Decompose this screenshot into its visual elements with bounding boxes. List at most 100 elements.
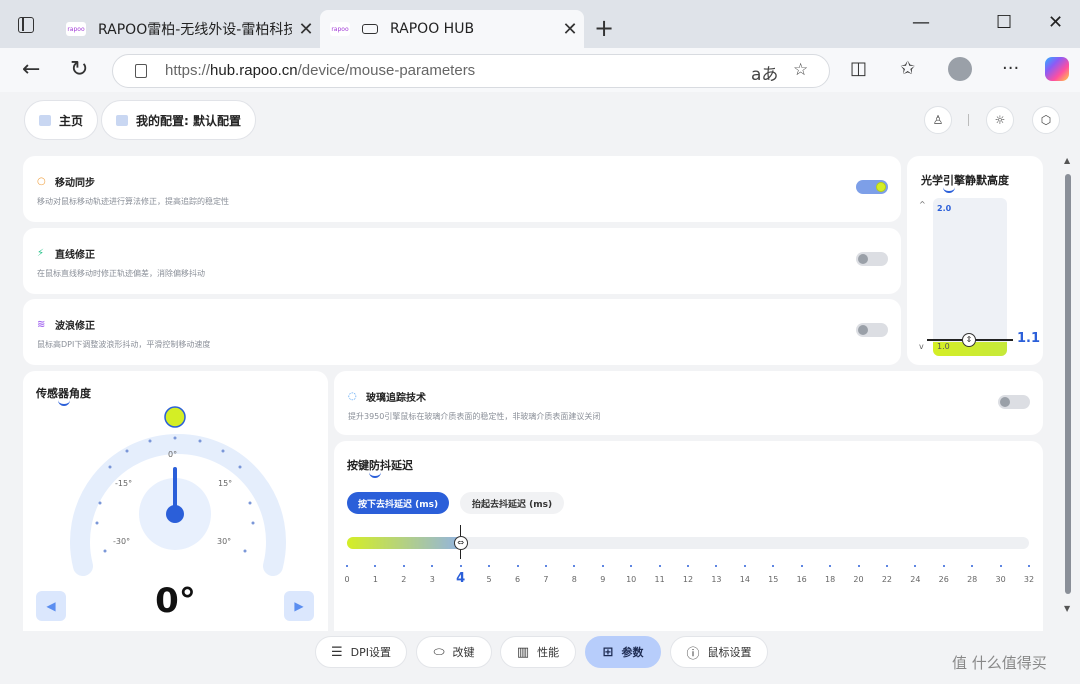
debounce-tick-label: 20 xyxy=(853,575,864,584)
lock-icon[interactable] xyxy=(135,64,147,78)
scroll-down-icon[interactable]: ▼ xyxy=(1064,604,1070,613)
glass-tracking-icon: ◌ xyxy=(348,390,357,402)
new-tab-button[interactable]: + xyxy=(594,14,614,42)
motion-sync-toggle[interactable] xyxy=(856,180,888,194)
tab-close-icon[interactable]: ✕ xyxy=(292,19,320,40)
max-label: 2.0 xyxy=(937,204,952,213)
brightness-icon[interactable]: ☼ xyxy=(986,106,1014,134)
rapoo-favicon-icon: rapoo xyxy=(66,22,86,36)
more-menu-icon[interactable]: ··· xyxy=(1002,58,1019,79)
nav-label: DPI设置 xyxy=(350,646,391,659)
sensor-angle-card: 传感器角度 0° -15° 15° -30° 30° ◀ ▶ 0° xyxy=(23,371,328,631)
nav-dpi[interactable]: ☰ DPI设置 xyxy=(315,636,407,668)
home-label: 主页 xyxy=(59,113,84,128)
tab-release-debounce[interactable]: 抬起去抖延迟 (ms) xyxy=(460,492,565,514)
tab-close-icon[interactable]: ✕ xyxy=(556,19,584,40)
tab-title: RAPOO HUB xyxy=(390,21,475,37)
debounce-tick-dot xyxy=(829,565,832,567)
wave-icon: ≋ xyxy=(37,318,46,330)
debounce-tick-dot xyxy=(743,565,746,567)
nav-parameters[interactable]: ⊞ 参数 xyxy=(585,636,661,668)
profile-avatar-icon[interactable] xyxy=(948,57,972,81)
dial-label-30: 30° xyxy=(217,537,232,546)
glass-tracking-title: 玻璃追踪技术 xyxy=(366,393,426,404)
debounce-tick-dot xyxy=(1028,565,1030,567)
read-aloud-icon[interactable]: aあ xyxy=(751,60,778,85)
cube-icon xyxy=(116,114,128,126)
debounce-tick-label: 14 xyxy=(739,575,750,584)
debounce-tick-label: 16 xyxy=(796,575,807,584)
nav-keymap[interactable]: ⬭ 改键 xyxy=(416,636,492,668)
debounce-tick-dot xyxy=(772,565,775,567)
back-arrow-icon[interactable]: ← xyxy=(22,57,40,82)
setting-title: 直线修正 xyxy=(55,250,95,261)
minimize-button[interactable]: — xyxy=(912,12,930,33)
tab-rapoo-site[interactable]: rapoo RAPOO雷柏-无线外设-雷柏科技 ✕ xyxy=(56,10,320,48)
debounce-tick-dot xyxy=(630,565,633,567)
settings-gear-icon[interactable]: ⬡ xyxy=(1032,106,1060,134)
nav-label: 鼠标设置 xyxy=(707,646,752,659)
debounce-slider[interactable] xyxy=(347,537,1029,549)
debounce-title: 按键防抖延迟 xyxy=(347,459,413,478)
scroll-up-icon[interactable]: ▲ xyxy=(1064,156,1070,165)
line-correction-icon: ⚡ xyxy=(37,247,45,259)
debounce-tick-dot xyxy=(346,565,348,567)
line-correction-toggle[interactable] xyxy=(856,252,888,266)
debounce-handle[interactable]: ⇔ xyxy=(453,536,468,550)
debounce-tick-label: 2 xyxy=(401,575,407,584)
sidebar-toggle-icon[interactable] xyxy=(18,17,34,33)
debounce-tick-label: 22 xyxy=(881,575,892,584)
copilot-icon[interactable] xyxy=(1045,57,1069,81)
dial-label-15: 15° xyxy=(218,479,233,488)
info-icon: ⓘ xyxy=(686,646,700,662)
sensor-angle-value: 0° xyxy=(155,581,196,621)
debounce-tick-dot xyxy=(885,565,888,567)
debounce-card: 按键防抖延迟 按下去抖延迟 (ms) 抬起去抖延迟 (ms) ⇔ 0123456… xyxy=(334,441,1043,631)
bars-icon: ☰ xyxy=(330,644,343,660)
maximize-button[interactable]: ☐ xyxy=(996,12,1012,33)
close-window-button[interactable]: ✕ xyxy=(1048,12,1063,33)
debounce-tick-dot xyxy=(431,565,434,567)
debounce-tick-label: 1 xyxy=(372,575,378,584)
tab-rapoo-hub[interactable]: rapoo RAPOO HUB ✕ xyxy=(320,10,584,48)
refresh-icon[interactable]: ↻ xyxy=(70,57,88,82)
setting-desc: 鼠标高DPI下调整波浪形抖动，平滑控制移动速度 xyxy=(37,340,211,349)
debounce-tick-dot xyxy=(999,565,1002,567)
debounce-tick-label: 15 xyxy=(768,575,779,584)
nav-label: 改键 xyxy=(452,646,475,659)
address-bar[interactable]: https://hub.rapoo.cn/device/mouse-parame… xyxy=(112,54,830,88)
debounce-tick-label: 10 xyxy=(626,575,637,584)
up-arrow-label: ^ xyxy=(919,200,926,209)
wave-correction-toggle[interactable] xyxy=(856,323,888,337)
tab-press-debounce[interactable]: 按下去抖延迟 (ms) xyxy=(347,492,450,514)
favorites-icon[interactable]: ✩ xyxy=(900,58,915,79)
scrollbar-thumb[interactable] xyxy=(1065,174,1071,594)
debounce-tick-dot xyxy=(658,565,661,567)
debounce-tick-dot xyxy=(374,565,377,567)
optical-slider-handle[interactable]: ⇕ xyxy=(962,333,976,347)
debounce-tick-label: 9 xyxy=(600,575,606,584)
app-content: 主页 我的配置: 默认配置 ♙ ☼ ⬡ ○ 移动同步 移动对鼠标移动轨迹进行算法修… xyxy=(0,92,1080,684)
url-text[interactable]: https://hub.rapoo.cn/device/mouse-parame… xyxy=(165,62,475,79)
setting-row-motion-sync: ○ 移动同步 移动对鼠标移动轨迹进行算法修正，提高追踪的稳定性 xyxy=(23,156,901,222)
debounce-tick-label: 11 xyxy=(654,575,665,584)
nav-mouse-settings[interactable]: ⓘ 鼠标设置 xyxy=(670,636,768,668)
dial-handle[interactable] xyxy=(164,406,186,428)
rapoo-favicon-icon: rapoo xyxy=(330,22,350,36)
split-screen-icon[interactable]: ◫ xyxy=(850,58,867,79)
scrollbar[interactable]: ▲ ▼ xyxy=(1062,156,1074,626)
debounce-tick-dot xyxy=(800,565,803,567)
nav-performance[interactable]: ▥ 性能 xyxy=(500,636,576,668)
debounce-tick-label: 28 xyxy=(967,575,978,584)
user-icon[interactable]: ♙ xyxy=(924,106,952,134)
debounce-tick-dot xyxy=(573,565,576,567)
profile-config-button[interactable]: 我的配置: 默认配置 xyxy=(101,100,256,140)
debounce-tick-label: 32 xyxy=(1023,575,1035,584)
debounce-tick-dot xyxy=(914,565,917,567)
setting-row-ripple: ≋ 波浪修正 鼠标高DPI下调整波浪形抖动，平滑控制移动速度 xyxy=(23,299,901,365)
glass-tracking-toggle[interactable] xyxy=(998,395,1030,409)
chart-icon: ▥ xyxy=(516,644,530,660)
favorite-star-icon[interactable]: ☆ xyxy=(793,60,808,80)
home-icon xyxy=(39,114,51,126)
home-button[interactable]: 主页 xyxy=(24,100,99,140)
